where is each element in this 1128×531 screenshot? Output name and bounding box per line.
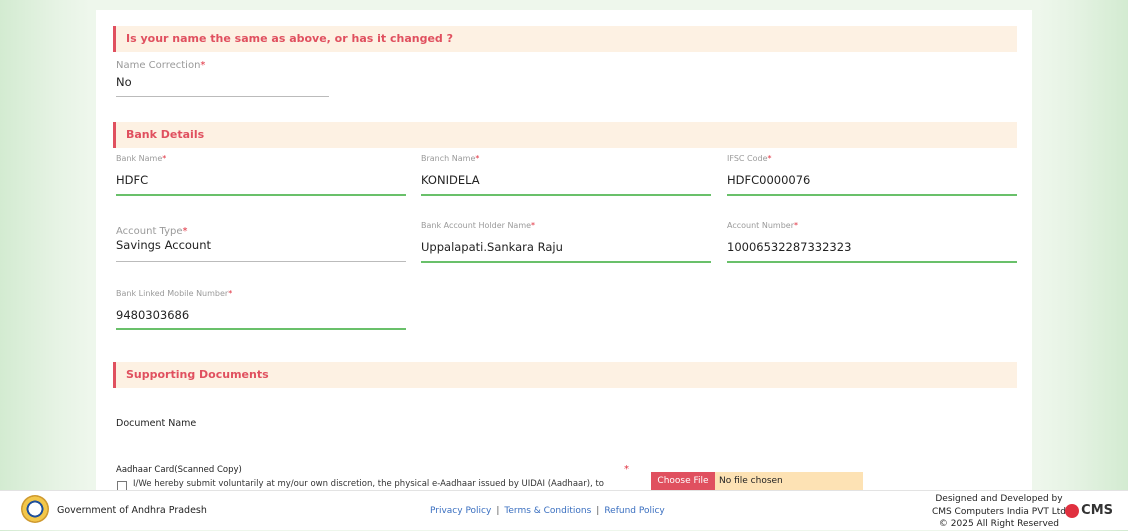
credit-line: Designed and Developed by	[935, 494, 1063, 504]
field-underline	[727, 261, 1017, 263]
credit-line: CMS Computers India PVT Ltd	[931, 506, 1066, 517]
privacy-policy-link[interactable]: Privacy Policy	[430, 506, 491, 516]
choose-file-button[interactable]: Choose File	[651, 472, 715, 490]
cms-logo-icon	[1065, 503, 1080, 518]
linked-mobile-field[interactable]: Bank Linked Mobile Number* 9480303686	[116, 289, 232, 322]
section-header-name-change: Is your name the same as above, or has i…	[113, 26, 1017, 52]
field-label: Bank Account Holder Name	[421, 221, 532, 230]
field-value: Savings Account	[116, 238, 212, 252]
required-mark: *	[624, 464, 629, 475]
field-value: No	[116, 75, 132, 89]
required-mark: *	[767, 154, 772, 163]
consent-checkbox[interactable]	[117, 481, 127, 490]
ifsc-code-field[interactable]: IFSC Code* HDFC0000076	[727, 154, 810, 187]
field-label: Branch Name	[421, 154, 476, 163]
required-mark: *	[182, 226, 188, 237]
field-underline	[421, 261, 711, 263]
terms-link[interactable]: Terms & Conditions	[504, 506, 591, 516]
footer: Government of Andhra Pradesh Privacy Pol…	[0, 490, 1128, 530]
required-mark: *	[162, 154, 167, 163]
field-underline	[116, 328, 406, 330]
refund-policy-link[interactable]: Refund Policy	[604, 506, 664, 516]
field-underline	[116, 261, 406, 262]
field-label: Bank Linked Mobile Number	[116, 289, 229, 298]
section-header-documents: Supporting Documents	[113, 362, 1017, 388]
consent-text: I/We hereby submit voluntarily at my/our…	[133, 479, 604, 489]
required-mark: *	[475, 154, 480, 163]
field-label: Bank Name	[116, 154, 163, 163]
footer-links: Privacy Policy | Terms & Conditions | Refund…	[430, 506, 665, 516]
credits: Designed and Developed by CMS Computers …	[932, 493, 1066, 531]
required-mark: *	[793, 221, 798, 230]
branch-name-field[interactable]: Branch Name* KONIDELA	[421, 154, 480, 187]
document-name-header: Document Name	[116, 418, 197, 429]
section-title: Bank Details	[126, 128, 205, 141]
required-mark: *	[228, 289, 233, 298]
org-name: Government of Andhra Pradesh	[57, 505, 207, 516]
field-value: Uppalapati.Sankara Raju	[421, 240, 563, 254]
ap-emblem-icon	[21, 495, 49, 523]
cms-logo: CMS	[1065, 503, 1113, 518]
field-underline	[421, 194, 711, 196]
aadhaar-label: Aadhaar Card(Scanned Copy)	[116, 465, 242, 475]
field-value: KONIDELA	[421, 173, 480, 187]
account-type-field[interactable]: Account Type* Savings Account	[116, 226, 211, 252]
field-label: Account Number	[727, 221, 794, 230]
cms-brand: CMS	[1081, 503, 1113, 518]
field-underline	[116, 194, 406, 196]
file-status: No file chosen	[715, 472, 863, 490]
account-number-field[interactable]: Account Number* 10006532287332323	[727, 221, 851, 254]
field-value: HDFC	[116, 173, 149, 187]
required-mark: *	[531, 221, 536, 230]
account-holder-name-field[interactable]: Bank Account Holder Name* Uppalapati.San…	[421, 221, 563, 254]
field-label: Account Type	[116, 226, 183, 237]
required-mark: *	[200, 60, 206, 71]
section-title: Is your name the same as above, or has i…	[126, 32, 454, 45]
field-label: IFSC Code	[727, 154, 768, 163]
field-value: HDFC0000076	[727, 173, 811, 187]
form-card: Is your name the same as above, or has i…	[96, 10, 1032, 490]
field-underline	[116, 96, 329, 97]
bank-name-field[interactable]: Bank Name* HDFC	[116, 154, 166, 187]
field-underline	[727, 194, 1017, 196]
field-value: 9480303686	[116, 308, 190, 322]
field-value: 10006532287332323	[727, 240, 852, 254]
field-label: Name Correction	[116, 60, 201, 71]
section-header-bank: Bank Details	[113, 122, 1017, 148]
section-title: Supporting Documents	[126, 368, 269, 381]
name-correction-field[interactable]: Name Correction* No	[116, 60, 205, 89]
